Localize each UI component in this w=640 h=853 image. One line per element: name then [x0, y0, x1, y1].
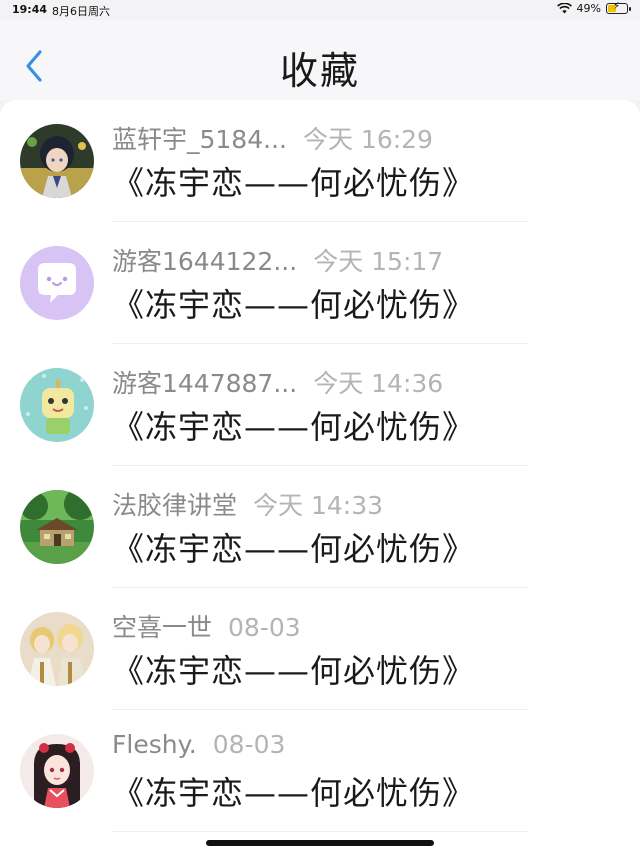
user-name: 空喜一世	[112, 613, 213, 642]
battery-charging-icon: ⚡	[606, 1, 631, 14]
anime-boy-avatar	[20, 124, 94, 198]
navigation-bar: 收藏	[0, 20, 640, 100]
divider	[112, 831, 528, 832]
battery-cap	[629, 7, 631, 11]
timestamp: 今天 15:17	[313, 247, 444, 276]
timestamp: 今天 14:33	[253, 491, 384, 520]
item-meta: Fleshy. 08-03	[112, 730, 285, 759]
item-title: 《冻宇恋——何必忧伤》	[112, 286, 476, 324]
user-name: 蓝轩宇_5184...	[112, 125, 287, 154]
home-indicator[interactable]	[206, 840, 434, 846]
item-title: 《冻宇恋——何必忧伤》	[112, 652, 476, 690]
forest-house-avatar	[20, 490, 94, 564]
wifi-icon	[556, 3, 572, 14]
item-title: 《冻宇恋——何必忧伤》	[112, 408, 476, 446]
timestamp: 08-03	[212, 730, 286, 759]
timestamp: 08-03	[228, 613, 301, 642]
user-name: 法胶律讲堂	[112, 491, 238, 520]
cartoon-character-avatar	[20, 368, 94, 442]
chat-bubble-avatar	[20, 246, 94, 320]
item-meta: 空喜一世 08-03	[112, 608, 301, 644]
item-meta: 蓝轩宇_5184... 今天 16:29	[112, 120, 433, 156]
favorites-list: 蓝轩宇_5184... 今天 16:29 《冻宇恋——何必忧伤》 游客164412…	[0, 100, 640, 853]
item-title: 《冻宇恋——何必忧伤》	[112, 530, 476, 568]
timestamp: 今天 16:29	[302, 125, 433, 154]
user-name: 游客1447887...	[112, 369, 298, 398]
timestamp: 今天 14:36	[313, 369, 444, 398]
page-title: 收藏	[279, 49, 360, 93]
list-item[interactable]: 游客1644122... 今天 15:17 《冻宇恋——何必忧伤》	[0, 222, 640, 344]
item-meta: 游客1447887... 今天 14:36	[112, 364, 443, 400]
item-meta: 游客1644122... 今天 15:17	[112, 242, 443, 278]
charging-bolt-icon: ⚡	[613, 1, 621, 12]
status-date: 8月6日周六	[52, 5, 110, 18]
status-indicators: 49% ⚡	[556, 1, 631, 15]
list-item[interactable]: 游客1447887... 今天 14:36 《冻宇恋——何必忧伤》	[0, 344, 640, 466]
list-item[interactable]: Fleshy. 08-03 《冻宇恋——何必忧伤》	[0, 710, 640, 832]
status-time: 19:44	[12, 3, 48, 16]
list-item[interactable]: 法胶律讲堂 今天 14:33 《冻宇恋——何必忧伤》	[0, 466, 640, 588]
user-name: Fleshy.	[112, 730, 197, 759]
item-title: 《冻宇恋——何必忧伤》	[112, 164, 476, 202]
item-title: 《冻宇恋——何必忧伤》	[112, 774, 476, 812]
status-bar: 19:44 8月6日周六 49% ⚡	[0, 0, 640, 20]
anime-girl-avatar	[20, 734, 94, 808]
list-item[interactable]: 空喜一世 08-03 《冻宇恋——何必忧伤》	[0, 588, 640, 710]
list-item[interactable]: 蓝轩宇_5184... 今天 16:29 《冻宇恋——何必忧伤》	[0, 100, 640, 222]
user-name: 游客1644122...	[112, 247, 298, 276]
battery-percent: 49%	[576, 2, 601, 15]
anime-group-avatar	[20, 612, 94, 686]
item-meta: 法胶律讲堂 今天 14:33	[112, 486, 383, 522]
